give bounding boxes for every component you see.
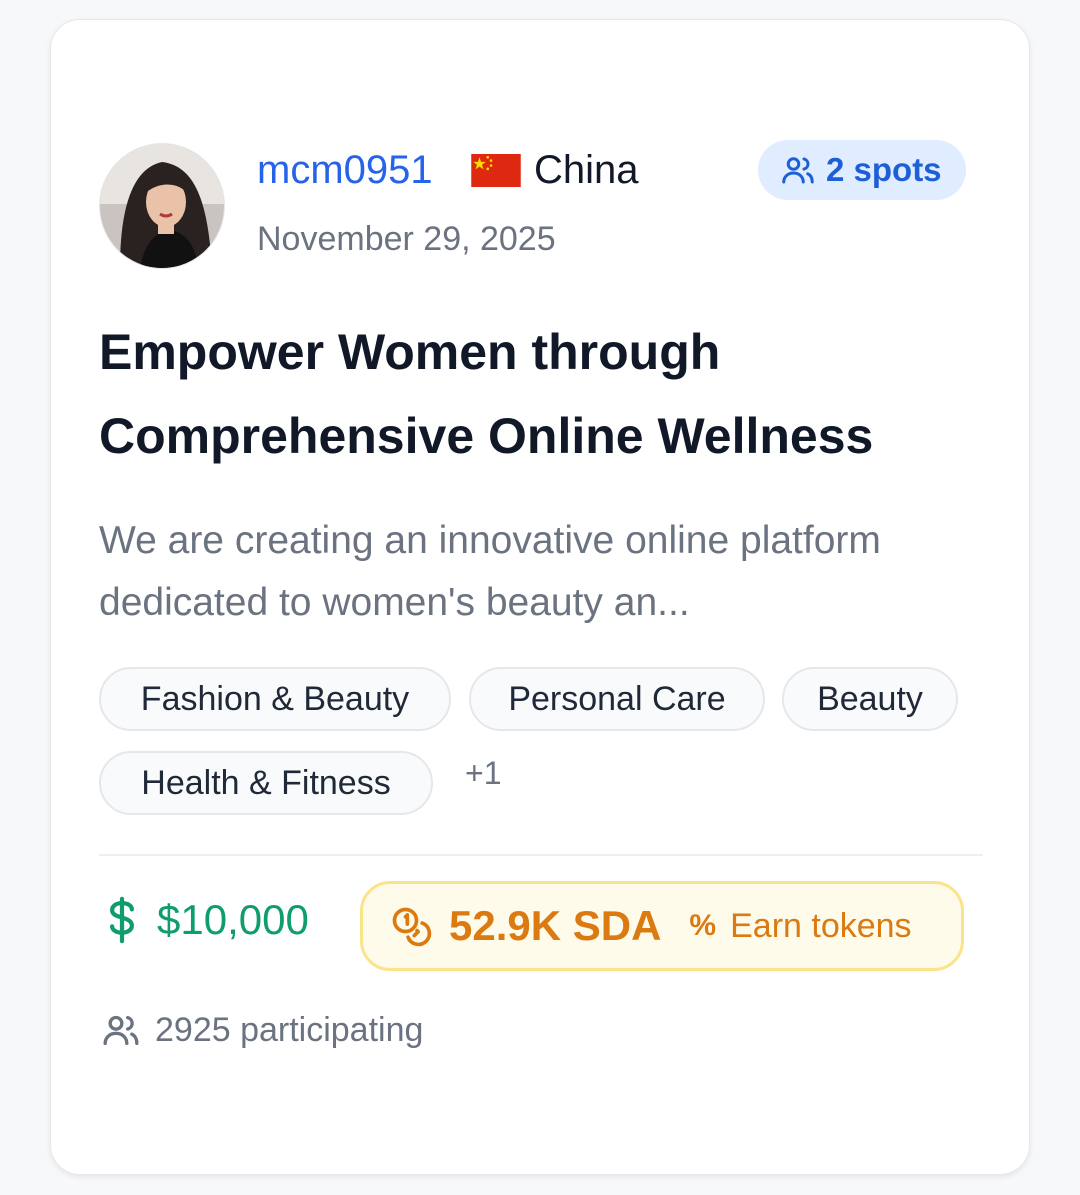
campaign-title[interactable]: Empower Women through Comprehensive Onli… [99, 310, 979, 478]
earn-tokens-label: Earn tokens [730, 906, 912, 945]
percent-icon: % [689, 909, 717, 942]
tag-personal-care[interactable]: Personal Care [469, 667, 765, 731]
tag-beauty[interactable]: Beauty [782, 667, 958, 731]
avatar[interactable] [99, 143, 225, 269]
participants-count: 2925 participating [101, 1010, 423, 1050]
post-date: November 29, 2025 [257, 220, 556, 258]
participants-label: 2925 participating [155, 1010, 424, 1049]
china-flag-icon [471, 154, 521, 187]
reward-value: $10,000 [157, 896, 309, 943]
coins-icon [392, 907, 432, 947]
token-amount: 52.9K SDA [449, 902, 662, 949]
more-tags-count[interactable]: +1 [465, 755, 501, 792]
campaign-description: We are creating an innovative online pla… [99, 519, 881, 624]
users-icon [782, 157, 814, 184]
dollar-icon [109, 896, 135, 944]
users-icon [103, 1015, 139, 1045]
country-label: China [534, 148, 639, 192]
tag-health-fitness[interactable]: Health & Fitness [99, 751, 433, 815]
tag-fashion-beauty[interactable]: Fashion & Beauty [99, 667, 451, 731]
spots-badge: 2 spots [758, 140, 966, 200]
reward-amount: $10,000 [105, 896, 309, 944]
campaign-card[interactable]: mcm0951 China November 29, 2025 2 spots … [50, 19, 1030, 1175]
username-link[interactable]: mcm0951 [257, 144, 433, 196]
divider [99, 854, 983, 856]
spots-label: 2 spots [826, 151, 942, 188]
token-badge: 52.9K SDA % Earn tokens [360, 881, 964, 971]
